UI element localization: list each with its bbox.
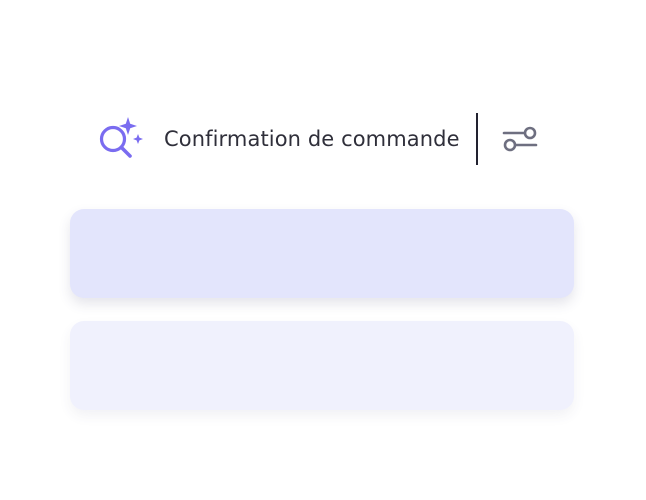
search-result-card[interactable] (70, 209, 574, 298)
filter-sliders-icon (502, 126, 537, 152)
text-caret (475, 113, 478, 165)
ai-search-sparkle-icon (94, 113, 146, 165)
filter-button[interactable] (498, 117, 542, 161)
search-result-card[interactable] (70, 321, 574, 410)
search-query-text[interactable]: Confirmation de commande (164, 128, 460, 150)
search-bar[interactable]: Confirmation de commande (90, 110, 560, 168)
